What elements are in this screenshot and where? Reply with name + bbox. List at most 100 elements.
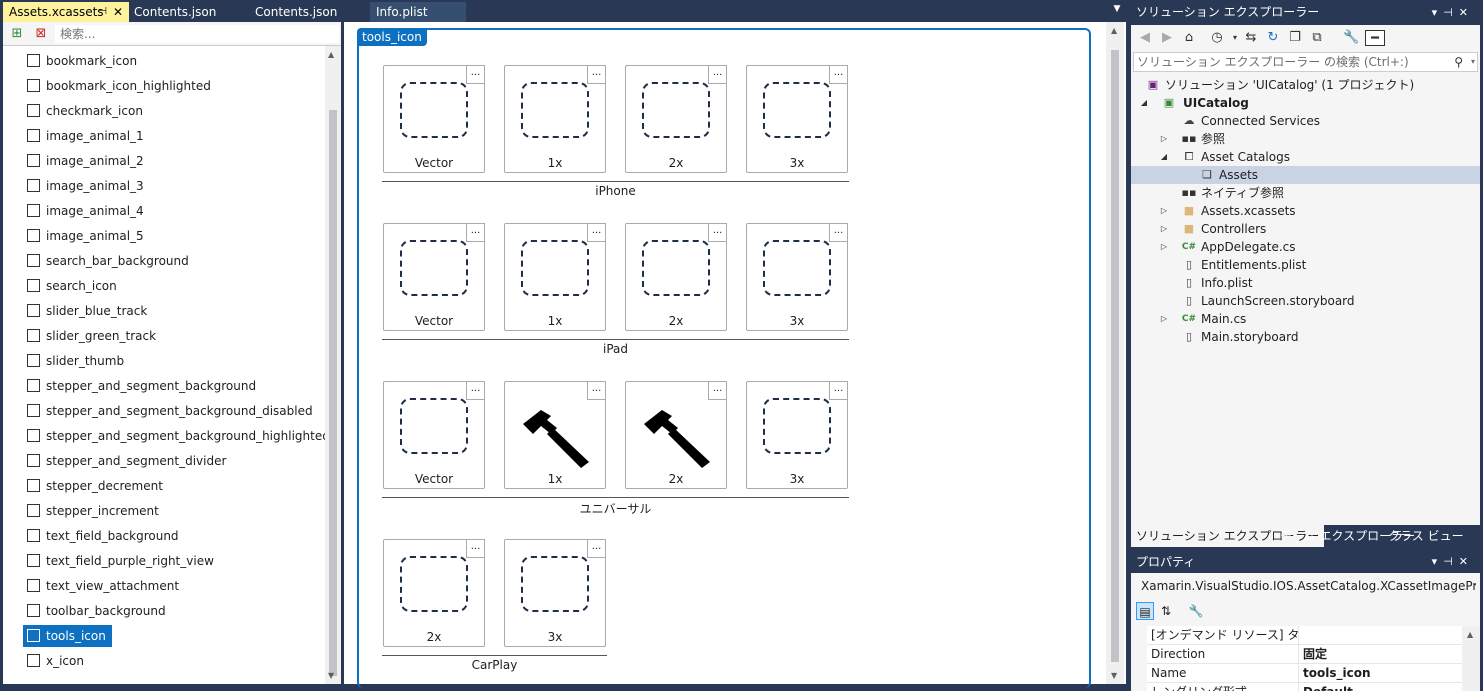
slot-more-button[interactable]: ... [466,381,485,400]
dropdown-icon[interactable]: ▾ [1432,555,1444,568]
tree-node[interactable]: ☁ Connected Services [1131,112,1480,130]
image-slot--2x[interactable]: ... 2x [625,381,727,489]
tree-node[interactable]: ▯ Entitlements.plist [1131,256,1480,274]
property-row[interactable]: Name tools_icon [1147,664,1462,683]
property-value[interactable]: Default [1303,683,1353,691]
scroll-up-icon[interactable]: ▲ [1111,26,1117,35]
slot-more-button[interactable]: ... [466,65,485,84]
image-slot-CarPlay-2x[interactable]: ... 2x [383,539,485,647]
slot-more-button[interactable]: ... [587,539,606,558]
show-all-files-icon[interactable]: ⧉ [1309,30,1325,46]
asset-item[interactable]: x_icon [23,650,90,672]
tree-node[interactable]: ▷ ■ Assets.xcassets [1131,202,1480,220]
slot-more-button[interactable]: ... [587,223,606,242]
asset-item[interactable]: bookmark_icon [23,50,143,72]
image-slot--vector[interactable]: ... Vector [383,381,485,489]
tree-node[interactable]: ▯ Info.plist [1131,274,1480,292]
asset-checkbox[interactable] [27,154,40,167]
asset-checkbox[interactable] [27,329,40,342]
asset-item[interactable]: toolbar_background [23,600,172,622]
slot-more-button[interactable]: ... [829,223,848,242]
asset-item[interactable]: stepper_and_segment_background_highlight… [23,425,325,447]
pin-icon[interactable]: ⊣ [1443,6,1459,19]
slot-more-button[interactable]: ... [466,539,485,558]
expander-icon[interactable]: ▷ [1159,202,1169,220]
asset-checkbox[interactable] [27,654,40,667]
asset-checkbox[interactable] [27,379,40,392]
expander-icon[interactable]: ▷ [1159,220,1169,238]
tab-contents-json-2[interactable]: Contents.json [249,2,359,22]
dropdown-icon[interactable]: ▾ [1475,576,1476,596]
asset-item[interactable]: stepper_and_segment_divider [23,450,232,472]
image-slot-CarPlay-3x[interactable]: ... 3x [504,539,606,647]
tree-node[interactable]: ▷ ■ Controllers [1131,220,1480,238]
asset-checkbox[interactable] [27,79,40,92]
tab-contents-json-1[interactable]: Contents.json [128,2,240,22]
home-icon[interactable]: ⌂ [1181,30,1197,46]
asset-item[interactable]: checkmark_icon [23,100,149,122]
search-icon[interactable]: ⚲ [1454,53,1463,71]
property-value[interactable]: tools_icon [1303,664,1371,683]
slot-more-button[interactable]: ... [829,381,848,400]
expander-icon[interactable]: ▷ [1159,310,1169,328]
tree-node[interactable]: ▷ ▪▪ 参照 [1131,130,1480,148]
slot-more-button[interactable]: ... [708,65,727,84]
asset-item[interactable]: stepper_and_segment_background_disabled [23,400,319,422]
asset-checkbox[interactable] [27,404,40,417]
tree-node[interactable]: ▯ Main.storyboard [1131,328,1480,346]
asset-checkbox[interactable] [27,204,40,217]
slot-more-button[interactable]: ... [708,381,727,400]
scroll-up-icon[interactable]: ▲ [1467,630,1473,639]
asset-item[interactable]: stepper_increment [23,500,165,522]
image-slot-iPhone-3x[interactable]: ... 3x [746,65,848,173]
asset-checkbox[interactable] [27,429,40,442]
dropdown-icon[interactable]: ▾ [1432,6,1444,19]
asset-checkbox[interactable] [27,54,40,67]
tab-info-plist[interactable]: Info.plist [370,2,466,22]
slot-more-button[interactable]: ... [708,223,727,242]
properties-scrollbar[interactable]: ▲ [1462,626,1480,691]
asset-item[interactable]: image_animal_2 [23,150,150,172]
asset-item[interactable]: bookmark_icon_highlighted [23,75,217,97]
image-slot--3x[interactable]: ... 3x [746,381,848,489]
sync-icon[interactable]: ⇆ [1243,30,1259,46]
property-row[interactable]: [オンデマンド リソース] タグ [1147,626,1462,645]
asset-item[interactable]: text_field_background [23,525,185,547]
image-slot-iPad-2x[interactable]: ... 2x [625,223,727,331]
asset-checkbox[interactable] [27,354,40,367]
asset-checkbox[interactable] [27,629,40,642]
asset-checkbox[interactable] [27,504,40,517]
remove-asset-icon[interactable]: ⊠ [33,26,49,42]
solution-search-input[interactable]: ソリューション エクスプローラー の検索 (Ctrl+:) ⚲ ▾ [1133,52,1478,72]
dropdown-icon[interactable]: ▾ [1471,53,1475,71]
asset-checkbox[interactable] [27,304,40,317]
tree-node[interactable]: ▷ C# Main.cs [1131,310,1480,328]
scroll-down-icon[interactable]: ▼ [1111,671,1117,680]
asset-checkbox[interactable] [27,579,40,592]
image-slot-iPhone-2x[interactable]: ... 2x [625,65,727,173]
expander-icon[interactable]: ◢ [1139,94,1149,112]
close-icon[interactable]: ✕ [1459,6,1474,19]
expander-icon[interactable]: ◢ [1159,148,1169,166]
property-row[interactable]: レンダリング形式 Default [1147,683,1462,691]
scroll-thumb[interactable] [1111,50,1119,662]
history-icon[interactable]: ◷ [1209,30,1225,46]
property-row[interactable]: Direction 固定 [1147,645,1462,664]
editor-scrollbar[interactable]: ▲ ▼ [1106,22,1124,684]
asset-item[interactable]: image_animal_3 [23,175,150,197]
tab-assets-xcassets[interactable]: Assets.xcassets ⊣ ✕ [3,2,129,22]
asset-item[interactable]: text_field_purple_right_view [23,550,220,572]
tree-node[interactable]: ▯ LaunchScreen.storyboard [1131,292,1480,310]
image-slot-iPhone-vector[interactable]: ... Vector [383,65,485,173]
asset-item[interactable]: stepper_and_segment_background [23,375,262,397]
asset-item[interactable]: tools_icon [23,625,112,647]
tab-overflow-dropdown-icon[interactable]: ▼ [1110,4,1124,18]
property-value[interactable]: 固定 [1303,645,1327,664]
image-slot-iPad-3x[interactable]: ... 3x [746,223,848,331]
close-icon[interactable]: ✕ [1459,555,1474,568]
tree-node[interactable]: ◢ ▣ UICatalog [1131,94,1480,112]
close-icon[interactable]: ✕ [113,2,123,22]
scroll-thumb[interactable] [329,110,337,676]
asset-search-input[interactable] [55,25,339,43]
tree-node[interactable]: ▷ C# AppDelegate.cs [1131,238,1480,256]
